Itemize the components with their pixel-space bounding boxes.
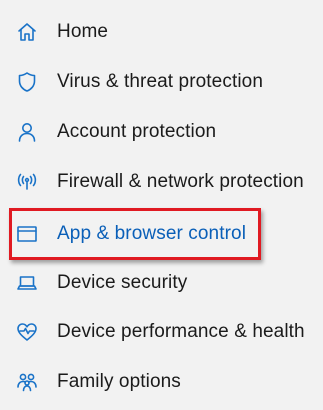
home-icon xyxy=(15,20,39,44)
nav-item-device-performance-health[interactable]: Device performance & health xyxy=(0,312,323,352)
browser-window-icon xyxy=(15,222,39,246)
nav-item-device-security[interactable]: Device security xyxy=(0,263,323,303)
nav-item-label: Home xyxy=(57,21,109,42)
nav-item-account-protection[interactable]: Account protection xyxy=(0,112,323,152)
nav-item-app-browser-control[interactable]: App & browser control xyxy=(0,214,323,254)
nav-item-home[interactable]: Home xyxy=(0,12,323,52)
heart-pulse-icon xyxy=(15,320,39,344)
wireless-antenna-icon xyxy=(15,170,39,194)
shield-icon xyxy=(15,70,39,94)
nav-item-firewall-network-protection[interactable]: Firewall & network protection xyxy=(0,162,323,202)
nav-item-label: Firewall & network protection xyxy=(57,171,304,192)
nav-item-label: Device security xyxy=(57,272,188,293)
nav-item-label: Virus & threat protection xyxy=(57,71,263,92)
laptop-icon xyxy=(15,271,39,295)
nav-item-family-options[interactable]: Family options xyxy=(0,362,323,402)
nav-item-label: Device performance & health xyxy=(57,321,305,342)
family-icon xyxy=(15,370,39,394)
nav-item-virus-threat-protection[interactable]: Virus & threat protection xyxy=(0,62,323,102)
nav-item-label: Family options xyxy=(57,371,181,392)
person-icon xyxy=(15,120,39,144)
nav-item-label: Account protection xyxy=(57,121,217,142)
security-sidebar-nav: Home Virus & threat protection Account p… xyxy=(0,0,323,410)
nav-item-label: App & browser control xyxy=(57,223,247,244)
